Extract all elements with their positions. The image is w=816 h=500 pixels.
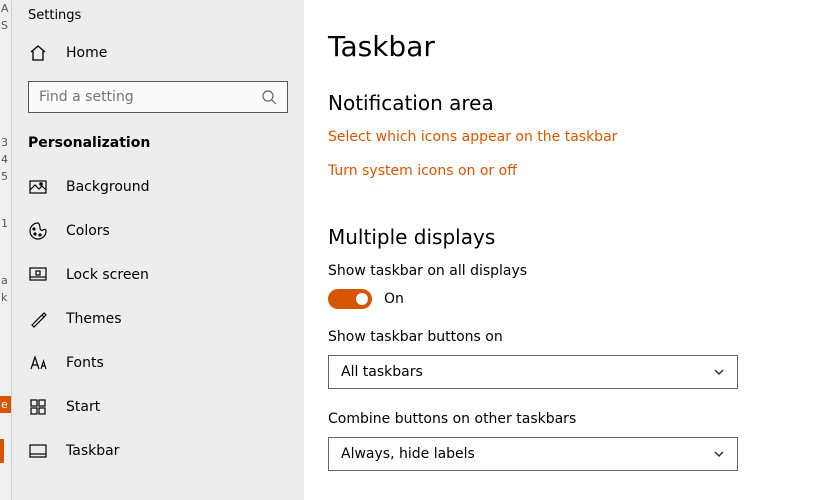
- home-icon: [28, 43, 48, 63]
- sidebar-item-label: Lock screen: [66, 267, 149, 283]
- link-select-icons[interactable]: Select which icons appear on the taskbar: [328, 129, 776, 145]
- sidebar-item-label: Start: [66, 399, 100, 415]
- chevron-down-icon: [713, 366, 725, 378]
- label-buttons-on: Show taskbar buttons on: [328, 329, 776, 345]
- sidebar-item-taskbar[interactable]: Taskbar: [12, 429, 304, 473]
- fonts-icon: [28, 353, 48, 373]
- sidebar-item-start[interactable]: Start: [12, 385, 304, 429]
- sidebar-item-colors[interactable]: Colors: [12, 209, 304, 253]
- sidebar-item-background[interactable]: Background: [12, 165, 304, 209]
- lockscreen-icon: [28, 265, 48, 285]
- section-heading-displays: Multiple displays: [328, 225, 776, 249]
- sidebar-item-label: Colors: [66, 223, 110, 239]
- toggle-knob: [356, 293, 368, 305]
- taskbar-icon: [28, 441, 48, 461]
- select-buttons-on[interactable]: All taskbars: [328, 355, 738, 389]
- home-label: Home: [66, 45, 107, 61]
- sidebar-item-label: Fonts: [66, 355, 104, 371]
- search-box[interactable]: [28, 81, 288, 113]
- sidebar-item-fonts[interactable]: Fonts: [12, 341, 304, 385]
- label-combine: Combine buttons on other taskbars: [328, 411, 776, 427]
- start-icon: [28, 397, 48, 417]
- sidebar-item-label: Taskbar: [66, 443, 119, 459]
- sidebar-item-lockscreen[interactable]: Lock screen: [12, 253, 304, 297]
- select-value: All taskbars: [341, 364, 423, 380]
- themes-icon: [28, 309, 48, 329]
- left-edge-strip: A S 3 4 5 1 a k e: [0, 0, 12, 500]
- sidebar: Settings Home Personalization Background: [12, 0, 304, 500]
- sidebar-item-themes[interactable]: Themes: [12, 297, 304, 341]
- main-content: Taskbar Notification area Select which i…: [304, 0, 816, 500]
- search-input[interactable]: [39, 89, 261, 105]
- label-show-all-displays: Show taskbar on all displays: [328, 263, 776, 279]
- app-title: Settings: [12, 8, 304, 33]
- toggle-show-all-displays[interactable]: [328, 289, 372, 309]
- section-heading-notification: Notification area: [328, 91, 776, 115]
- sidebar-item-label: Themes: [66, 311, 122, 327]
- select-value: Always, hide labels: [341, 446, 475, 462]
- link-system-icons[interactable]: Turn system icons on or off: [328, 163, 776, 179]
- toggle-state-label: On: [384, 291, 404, 307]
- page-title: Taskbar: [328, 30, 776, 63]
- section-label: Personalization: [12, 127, 304, 165]
- chevron-down-icon: [713, 448, 725, 460]
- select-combine[interactable]: Always, hide labels: [328, 437, 738, 471]
- sidebar-item-label: Background: [66, 179, 150, 195]
- search-icon: [261, 89, 277, 105]
- image-icon: [28, 177, 48, 197]
- palette-icon: [28, 221, 48, 241]
- home-button[interactable]: Home: [12, 33, 304, 73]
